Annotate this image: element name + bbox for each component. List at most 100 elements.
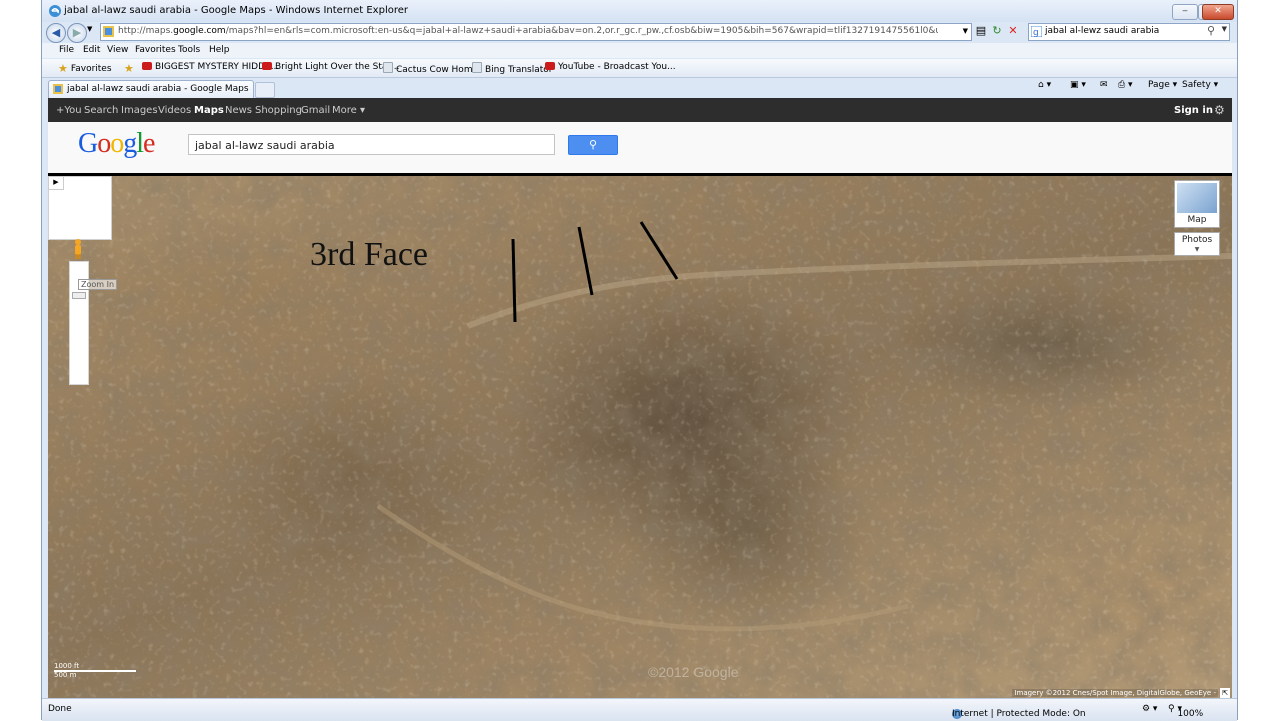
favorite-item[interactable]: Bing Translator [472,62,553,75]
annotation-marks [511,221,679,323]
mail-icon[interactable]: ✉ [1100,80,1108,90]
zoom-level[interactable]: ⚲ 100% ▾ [1168,704,1203,719]
gbar-shopping[interactable]: Shopping [255,105,302,116]
google-page-icon [103,26,114,37]
page-menu[interactable]: Page ▾ [1148,80,1177,90]
menu-tools[interactable]: Tools [178,45,200,55]
scale-feet: 1000 ft [54,662,80,670]
collapse-panel-button[interactable]: ▶ [48,176,64,190]
home-icon[interactable]: ⌂ ▾ [1038,80,1051,90]
google-logo[interactable]: Google [78,128,155,160]
map-type-button[interactable]: Map [1174,180,1220,228]
google-header: Google jabal al-lawz saudi arabia ⚲ [48,122,1232,176]
scale-meters: 500 m [54,671,77,679]
search-icon: ⚲ [588,138,598,151]
status-bar: Done Internet | Protected Mode: On ⚙ ▾ ⚲… [42,698,1237,721]
tab-google-maps[interactable]: jabal al-lawz saudi arabia - Google Maps [48,80,254,98]
favorite-item[interactable]: Bright Light Over the Stat... [262,62,400,72]
search-icon[interactable]: ⚲ [1207,24,1215,37]
menu-help[interactable]: Help [209,45,230,55]
favorite-item[interactable]: BIGGEST MYSTERY HIDDE... [142,62,279,72]
zoom-slider-handle[interactable] [72,292,86,299]
search-dropdown-icon[interactable]: ▼ [1222,25,1227,33]
print-icon[interactable]: ⎙ ▾ [1118,80,1133,90]
stop-icon[interactable]: ✕ [1006,24,1020,38]
browser-search-text[interactable]: jabal al-lewz saudi arabia [1045,26,1159,36]
tab-label: jabal al-lawz saudi arabia - Google Maps [67,84,249,94]
gbar-search[interactable]: Search [84,105,118,116]
safety-menu[interactable]: Safety ▾ [1182,80,1218,90]
logo-letter: g [123,128,137,159]
favorites-label: Favorites [70,64,112,74]
browser-search-box[interactable]: g jabal al-lewz saudi arabia ⚲ ▼ [1028,23,1230,41]
page-icon [472,62,482,73]
annotation-line [639,221,679,280]
zoom-in-tooltip: Zoom In [78,279,118,290]
favorite-item[interactable]: Cactus Cow Home [383,62,478,75]
sign-in-link[interactable]: Sign in [1174,105,1213,116]
google-watermark: ©2012 Google [648,664,739,680]
gbar-gmail[interactable]: Gmail [301,105,330,116]
logo-letter: o [110,128,124,159]
youtube-icon [545,62,555,70]
address-row: ◀ ▶ ▼ http://maps.google.com/maps?hl=en&… [42,22,1237,43]
google-bar: +You Search Images Videos Maps News Shop… [48,98,1232,122]
title-bar: jabal al-lawz saudi arabia - Google Maps… [42,0,1237,22]
feeds-icon[interactable]: ▣ ▾ [1070,80,1086,90]
chevron-down-icon: ▼ [1194,246,1200,253]
favorite-label: YouTube - Broadcast You... [558,62,676,72]
pegman-icon[interactable] [72,238,84,260]
close-button[interactable]: ✕ [1202,4,1234,20]
address-dropdown-icon[interactable]: ▼ [963,27,968,35]
new-tab-button[interactable] [255,82,275,98]
maps-search-query[interactable]: jabal al-lawz saudi arabia [195,139,335,152]
compatibility-view-icon[interactable]: ▤ [974,24,988,38]
address-url[interactable]: http://maps.google.com/maps?hl=en&rls=co… [118,26,938,36]
gbar-videos[interactable]: Videos [158,105,191,116]
gbar-news[interactable]: News [225,105,252,116]
add-favorites-icon[interactable]: ★ [124,62,137,75]
logo-letter: l [136,128,144,159]
window-title: jabal al-lawz saudi arabia - Google Maps… [64,5,408,16]
protected-mode-icon[interactable]: ⚙ ▾ [1142,704,1157,714]
menu-favorites[interactable]: Favorites [135,45,176,55]
satellite-map[interactable]: 3rd Face ▶ Zoom In Map Photos ▼ 1000 ft [48,176,1232,698]
address-bar[interactable]: http://maps.google.com/maps?hl=en&rls=co… [100,23,972,41]
favorite-label: Cactus Cow Home [396,65,479,75]
gbar-maps[interactable]: Maps [194,105,224,116]
refresh-icon[interactable]: ↻ [990,24,1004,38]
google-search-provider-icon: g [1031,26,1042,37]
back-button[interactable]: ◀ [46,23,66,43]
tab-row: jabal al-lawz saudi arabia - Google Maps [42,78,1237,98]
favorites-bar: ★ Favorites ★ BIGGEST MYSTERY HIDDE... Br… [42,59,1237,78]
photos-label: Photos [1181,235,1213,245]
gear-icon[interactable]: ⚙ [1214,103,1225,117]
imagery-attribution: Imagery ©2012 Cnes/Spot Image, DigitalGl… [1012,689,1218,697]
face-annotation: 3rd Face [310,236,429,273]
favorite-label: Bing Translator [485,65,553,75]
ie-logo-icon [49,5,61,17]
youtube-icon [262,62,272,70]
gbar-plus-you[interactable]: +You [56,105,82,116]
photos-button[interactable]: Photos ▼ [1174,232,1220,256]
gbar-images[interactable]: Images [121,105,158,116]
gbar-more[interactable]: More ▾ [332,105,365,116]
minimize-button[interactable]: ‒ [1172,4,1198,20]
page-content: +You Search Images Videos Maps News Shop… [48,98,1232,698]
maps-search-button[interactable]: ⚲ [568,135,618,155]
menu-edit[interactable]: Edit [83,45,100,55]
maps-search-input[interactable]: jabal al-lawz saudi arabia [188,134,555,155]
favorites-button[interactable]: ★ Favorites [58,62,112,75]
google-maps-tab-icon [53,84,63,94]
expand-corner-icon[interactable]: ⇱ [1220,688,1230,698]
favorite-item[interactable]: YouTube - Broadcast You... [545,62,676,72]
browser-window: jabal al-lawz saudi arabia - Google Maps… [41,0,1238,721]
logo-letter: G [78,128,98,159]
forward-button[interactable]: ▶ [67,23,87,43]
favorite-label: BIGGEST MYSTERY HIDDE... [155,62,280,72]
recent-pages-dropdown-icon[interactable]: ▼ [87,25,92,33]
logo-letter: e [143,128,155,159]
menu-file[interactable]: File [59,45,74,55]
map-thumbnail-icon [1177,183,1217,213]
menu-view[interactable]: View [107,45,128,55]
